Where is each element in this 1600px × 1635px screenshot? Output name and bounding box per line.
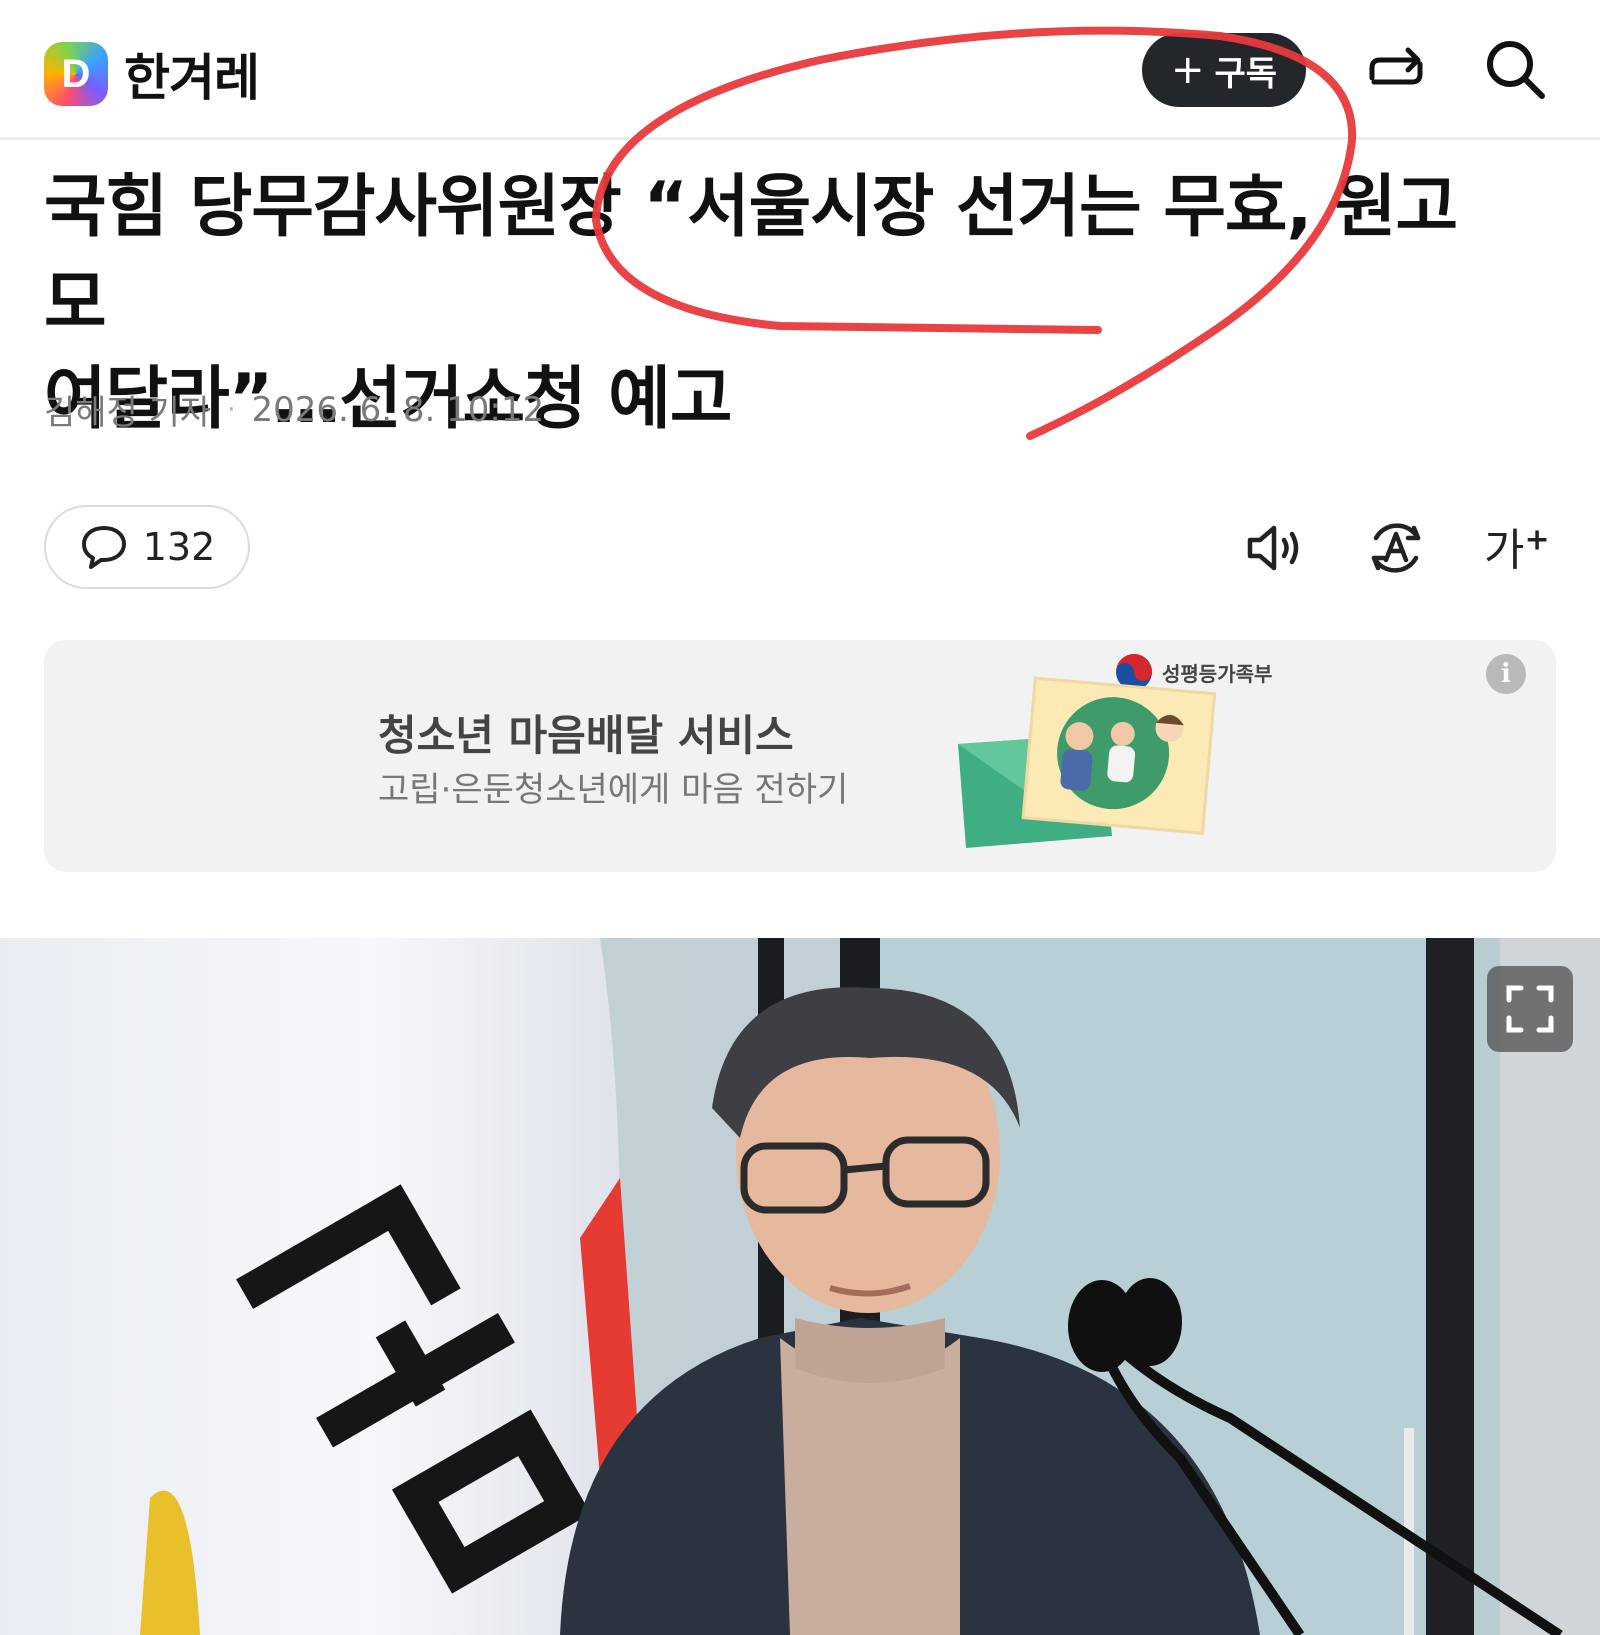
fullscreen-button[interactable] <box>1487 966 1573 1052</box>
publisher-logo[interactable]: D 한겨레 <box>44 38 260 110</box>
author-name[interactable]: 김해정 기자 <box>44 385 211 434</box>
logo-letter: D <box>61 52 91 96</box>
search-icon[interactable] <box>1482 36 1550 108</box>
headline-line-1: 국힘 당무감사위원장 “서울시장 선거는 무효, 원고 모 <box>44 168 1458 343</box>
comments-button[interactable]: 132 <box>44 505 250 589</box>
publish-datetime: 2026. 6. 8. 10:12 <box>251 389 545 430</box>
daum-logo-icon: D <box>44 42 108 106</box>
subscribe-button[interactable]: + 구독 <box>1142 33 1306 107</box>
brand-name: 한겨레 <box>124 49 260 107</box>
expand-icon <box>1506 985 1554 1033</box>
comment-icon <box>81 526 126 569</box>
font-size-icon[interactable]: 가+ <box>1484 514 1550 578</box>
envelope-illustration-icon <box>958 676 1217 848</box>
ad-title: 청소년 마음배달 서비스 <box>378 711 794 760</box>
article-photo[interactable] <box>0 938 1600 1635</box>
separator-dot: · <box>227 394 236 425</box>
font-size-label: 가 <box>1484 525 1525 576</box>
font-size-plus: + <box>1524 522 1550 558</box>
ad-subtitle: 고립·은둔청소년에게 마음 전하기 <box>378 770 849 810</box>
article-meta: 김해정 기자 · 2026. 6. 8. 10:12 <box>44 385 544 434</box>
comment-count: 132 <box>142 525 216 569</box>
subscribe-label: 구독 <box>1214 53 1278 94</box>
translate-icon[interactable] <box>1364 516 1428 584</box>
plus-icon: + <box>1170 47 1205 93</box>
ad-banner[interactable]: 청소년 마음배달 서비스 고립·은둔청소년에게 마음 전하기 성평등가족부 i <box>44 640 1556 872</box>
ad-info-icon[interactable]: i <box>1486 654 1526 694</box>
share-icon[interactable] <box>1364 38 1428 106</box>
press-photo-image <box>0 938 1600 1635</box>
speaker-icon[interactable] <box>1244 516 1308 584</box>
top-bar: D 한겨레 + 구독 <box>0 0 1600 140</box>
